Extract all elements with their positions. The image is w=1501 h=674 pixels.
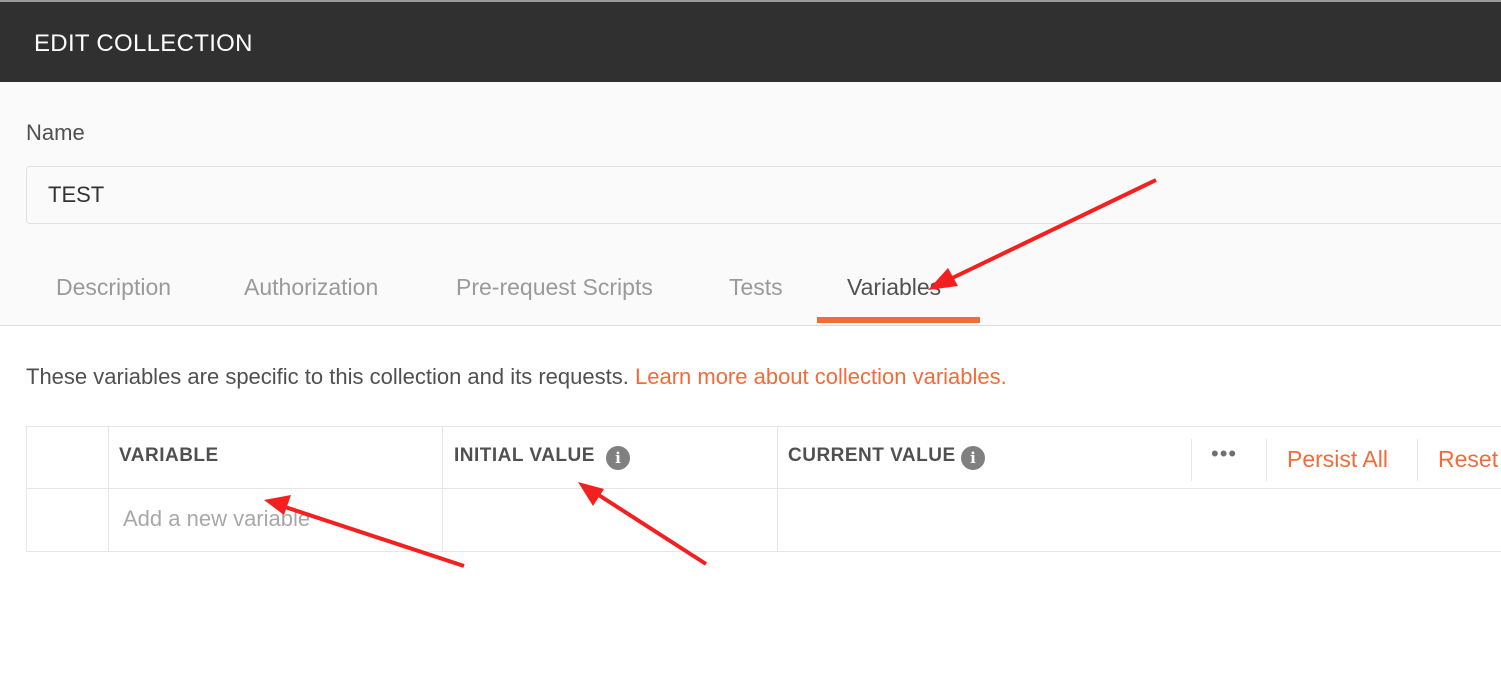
info-icon[interactable]: i bbox=[606, 446, 630, 470]
variables-table: VARIABLE INITIAL VALUE i CURRENT VALUE i… bbox=[26, 426, 1501, 552]
tab-description[interactable]: Description bbox=[56, 274, 171, 301]
column-header-variable: VARIABLE bbox=[119, 445, 219, 466]
modal-header: EDIT COLLECTION bbox=[0, 0, 1501, 82]
collection-form: Name Description Authorization Pre-reque… bbox=[0, 82, 1501, 326]
name-label: Name bbox=[26, 120, 85, 145]
new-variable-input[interactable] bbox=[109, 490, 455, 548]
column-header-initial-value: INITIAL VALUE bbox=[454, 445, 595, 466]
reset-button[interactable]: Reset bbox=[1438, 446, 1498, 473]
name-input[interactable] bbox=[26, 166, 1501, 224]
new-current-value-cell[interactable] bbox=[778, 490, 1501, 548]
toolbar-separator bbox=[1191, 439, 1192, 481]
tab-tests[interactable]: Tests bbox=[729, 274, 783, 301]
learn-more-link[interactable]: Learn more about collection variables. bbox=[635, 364, 1007, 389]
persist-all-button[interactable]: Persist All bbox=[1287, 446, 1388, 473]
toolbar-separator bbox=[1266, 439, 1267, 481]
info-icon[interactable]: i bbox=[961, 446, 985, 470]
variables-description-text: These variables are specific to this col… bbox=[26, 364, 629, 389]
toolbar-separator bbox=[1417, 439, 1418, 481]
variables-description: These variables are specific to this col… bbox=[26, 364, 1007, 390]
table-row-separator bbox=[27, 488, 1501, 489]
tab-variables[interactable]: Variables bbox=[847, 274, 941, 301]
more-options-icon[interactable]: ••• bbox=[1211, 441, 1237, 467]
tab-authorization[interactable]: Authorization bbox=[244, 274, 378, 301]
modal-title: EDIT COLLECTION bbox=[34, 30, 253, 57]
tab-pre-request-scripts[interactable]: Pre-request Scripts bbox=[456, 274, 653, 301]
new-initial-value-cell[interactable] bbox=[443, 490, 777, 548]
column-header-current-value: CURRENT VALUE bbox=[788, 445, 956, 466]
active-tab-indicator bbox=[817, 317, 980, 323]
